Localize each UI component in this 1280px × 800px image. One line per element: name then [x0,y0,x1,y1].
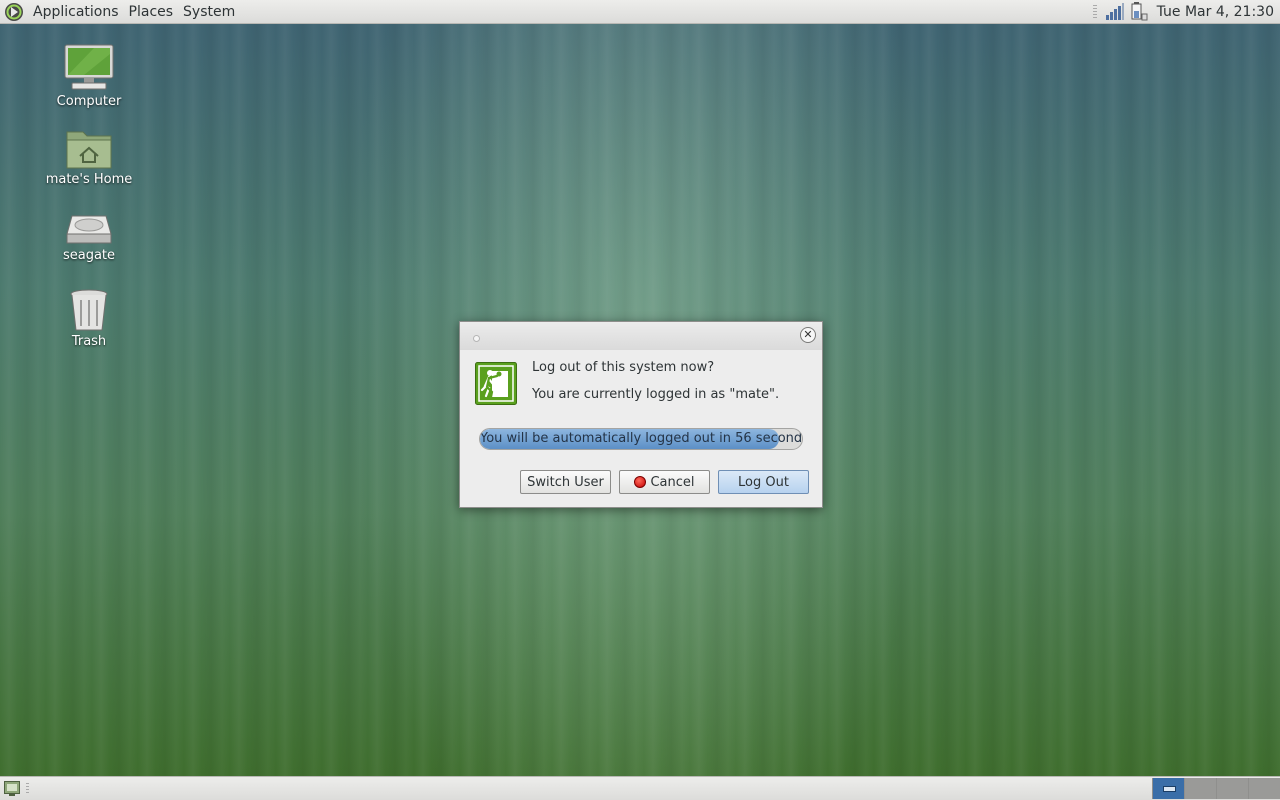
panel-grip[interactable] [26,783,29,795]
desktop-icon-seagate[interactable]: seagate [39,212,139,263]
desktop-icon-label: Computer [56,94,122,109]
switch-user-label: Switch User [527,474,604,490]
system-tray: Tue Mar 4, 21:30 [1092,0,1280,24]
logout-dialog: ✕ Log out of this system now? You are cu… [459,321,823,508]
close-icon[interactable]: ✕ [800,327,816,343]
workspace-1[interactable] [1152,778,1184,799]
workspace-4[interactable] [1248,778,1280,799]
system-menu[interactable]: System [178,4,240,20]
drive-icon [66,215,112,244]
clock[interactable]: Tue Mar 4, 21:30 [1157,4,1274,20]
desktop-icon-computer[interactable]: Computer [39,44,139,109]
cancel-button[interactable]: Cancel [619,470,710,494]
dialog-user-line: You are currently logged in as "mate". [532,387,780,402]
logout-countdown-progress: You will be automatically logged out in … [479,428,803,450]
countdown-text: You will be automatically logged out in … [480,431,803,446]
battery-power-icon[interactable] [1129,2,1149,22]
workspace-switcher[interactable] [1152,778,1280,799]
dialog-titlebar[interactable]: ✕ [460,322,822,350]
dialog-heading: Log out of this system now? [532,360,715,375]
show-desktop-icon[interactable] [4,781,20,796]
log-out-label: Log Out [738,474,789,490]
log-out-button[interactable]: Log Out [718,470,809,494]
stop-icon [634,476,647,488]
desktop-icon-trash[interactable]: Trash [39,288,139,349]
trash-icon [70,289,108,331]
desktop-icon-label: Trash [71,334,107,349]
workspace-2[interactable] [1184,778,1216,799]
workspace-3[interactable] [1216,778,1248,799]
window-menu-icon[interactable] [473,335,480,342]
home-folder-icon [66,131,112,169]
exit-sign-icon [475,362,517,405]
mate-logo-icon[interactable] [4,2,24,22]
desktop-icon-label: seagate [62,248,116,263]
cancel-label: Cancel [650,474,695,490]
desktop-icon-home[interactable]: mate's Home [39,128,139,187]
tray-grip[interactable] [1092,5,1097,19]
network-signal-icon[interactable] [1105,3,1125,21]
applications-menu[interactable]: Applications [28,4,124,20]
places-menu[interactable]: Places [124,4,179,20]
top-panel: Applications Places System Tue Mar 4, 21… [0,0,1280,24]
bottom-panel [0,776,1280,800]
switch-user-button[interactable]: Switch User [520,470,611,494]
desktop-icon-label: mate's Home [45,172,133,187]
computer-icon [64,44,114,90]
